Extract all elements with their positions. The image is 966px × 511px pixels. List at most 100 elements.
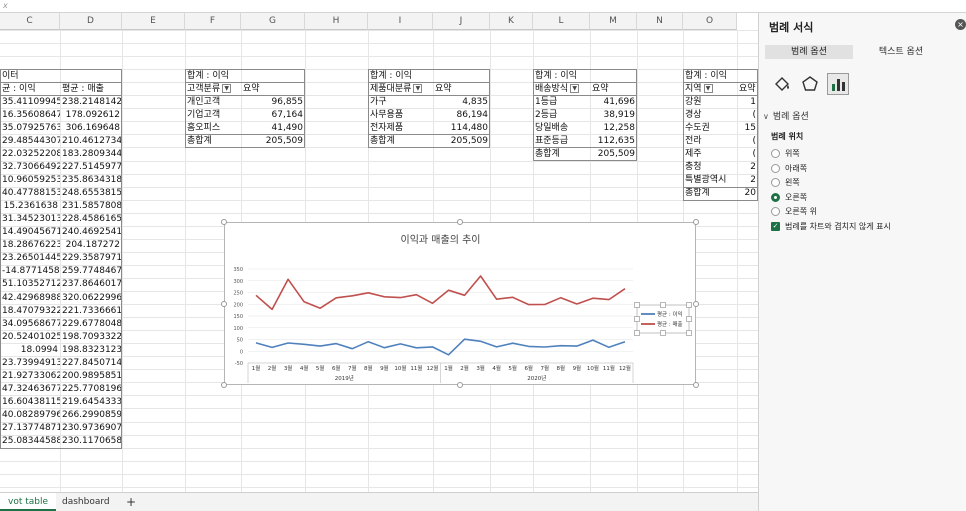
tab-dashboard[interactable]: dashboard xyxy=(54,493,118,511)
pivot-region-value[interactable]: ( xyxy=(737,148,758,161)
pivot-shipping-label[interactable]: 당일배송 xyxy=(533,122,590,135)
sales-value-cell[interactable]: 248.6553815 xyxy=(60,187,122,200)
sales-value-cell[interactable]: 235.8634318 xyxy=(60,174,122,187)
table-title[interactable]: 이터 xyxy=(0,70,60,83)
pivot-region-title[interactable]: 합계 : 이익 xyxy=(683,70,737,83)
pivot-region-label[interactable]: 충청 xyxy=(683,161,737,174)
pivot-customer-label[interactable]: 개인고객 xyxy=(185,96,241,109)
sales-value-cell[interactable]: 237.8646017 xyxy=(60,278,122,291)
pivot-customer-value[interactable]: 67,164 xyxy=(241,109,305,122)
sales-value-cell[interactable]: 229.3587971 xyxy=(60,252,122,265)
column-header-h[interactable]: H xyxy=(305,13,368,30)
sales-value-cell[interactable]: 219.6454333 xyxy=(60,396,122,409)
chart-resize-handle[interactable] xyxy=(457,382,463,388)
pivot-shipping-value[interactable]: 12,258 xyxy=(590,122,637,135)
tab-pivot-table[interactable]: vot table xyxy=(0,493,57,511)
profit-value-cell[interactable]: 32.73066492 xyxy=(0,161,60,174)
pivot-region-value[interactable]: ( xyxy=(737,109,758,122)
column-header-m[interactable]: M xyxy=(590,13,637,30)
profit-value-cell[interactable]: 23.73994913 xyxy=(0,357,60,370)
profit-value-cell[interactable]: 18.0994 xyxy=(0,344,60,357)
profit-value-cell[interactable]: 14.49045671 xyxy=(0,226,60,239)
add-sheet-button[interactable]: + xyxy=(118,493,144,511)
tab-text-options[interactable]: 텍스트 옵션 xyxy=(855,45,947,59)
pivot-shipping-label[interactable]: 1등급 xyxy=(533,96,590,109)
pivot-region-value[interactable]: 2 xyxy=(737,174,758,187)
sales-value-cell[interactable]: 210.4612734 xyxy=(60,135,122,148)
sales-value-cell[interactable]: 230.1170658 xyxy=(60,435,122,448)
column-header-j[interactable]: J xyxy=(433,13,490,30)
sales-value-cell[interactable]: 240.4692541 xyxy=(60,226,122,239)
profit-value-cell[interactable]: -14.87714583 xyxy=(0,265,60,278)
pivot-region-header[interactable]: 지역 ▼ xyxy=(683,83,737,96)
pivot-product-value[interactable]: 86,194 xyxy=(433,109,490,122)
sales-value-cell[interactable]: 227.5145977 xyxy=(60,161,122,174)
sales-value-cell[interactable]: 228.4586165 xyxy=(60,213,122,226)
chart-resize-handle[interactable] xyxy=(221,300,227,307)
pivot-region-label[interactable]: 특별광역시 xyxy=(683,174,737,187)
pivot-product-header[interactable]: 제품대분류 ▼ xyxy=(368,83,433,96)
sales-value-cell[interactable]: 259.7748467 xyxy=(60,265,122,278)
close-icon[interactable]: × xyxy=(955,19,966,30)
column-header-f[interactable]: F xyxy=(185,13,241,30)
pivot-shipping-label[interactable]: 표준등급 xyxy=(533,135,590,148)
pivot-product-value[interactable]: 114,480 xyxy=(433,122,490,135)
profit-value-cell[interactable]: 15.2361638 xyxy=(0,200,60,213)
tab-legend-options[interactable]: 범례 옵션 xyxy=(765,45,853,59)
profit-value-cell[interactable]: 27.13774871 xyxy=(0,422,60,435)
profit-value-cell[interactable]: 31.34523013 xyxy=(0,213,60,226)
sales-value-cell[interactable]: 198.7093322 xyxy=(60,331,122,344)
profit-value-cell[interactable]: 40.47788153 xyxy=(0,187,60,200)
pivot-customer-header[interactable]: 고객분류 ▼ xyxy=(185,83,241,96)
sales-value-cell[interactable]: 320.0622996 xyxy=(60,292,122,305)
column-header-d[interactable]: D xyxy=(60,13,122,30)
table-header-sales[interactable]: 평균 : 매출 xyxy=(60,83,122,96)
chart-resize-handle[interactable] xyxy=(221,219,227,225)
pivot-region-value[interactable]: 2 xyxy=(737,161,758,174)
sales-value-cell[interactable]: 225.7708196 xyxy=(60,383,122,396)
filter-dropdown-icon[interactable]: ▼ xyxy=(703,83,713,93)
pivot-product-label[interactable]: 사무용품 xyxy=(368,109,433,122)
profit-value-cell[interactable]: 16.60438115 xyxy=(0,396,60,409)
pivot-customer-value[interactable]: 205,509 xyxy=(241,135,305,148)
pivot-customer-title[interactable]: 합계 : 이익 xyxy=(185,70,241,83)
pivot-region-label[interactable]: 강원 xyxy=(683,96,737,109)
pivot-shipping-value[interactable]: 112,635 xyxy=(590,135,637,148)
sales-value-cell[interactable]: 178.092612 xyxy=(60,109,122,122)
sales-value-cell[interactable]: 204.187272 xyxy=(60,239,122,252)
section-legend-options[interactable]: ∨ 범례 옵션 xyxy=(763,109,809,122)
sales-value-cell[interactable]: 306.169648 xyxy=(60,122,122,135)
pivot-region-value[interactable]: 20 xyxy=(737,187,758,200)
legend-position-radio[interactable]: 아래쪽 xyxy=(771,163,807,175)
profit-value-cell[interactable]: 35.07925763 xyxy=(0,122,60,135)
legend-position-radio[interactable]: 오른쪽 위 xyxy=(771,206,817,218)
profit-value-cell[interactable]: 10.96059253 xyxy=(0,174,60,187)
sales-value-cell[interactable]: 198.8323123 xyxy=(60,344,122,357)
pivot-shipping-value[interactable]: 38,919 xyxy=(590,109,637,122)
chart-resize-handle[interactable] xyxy=(221,382,227,388)
profit-value-cell[interactable]: 42.42968988 xyxy=(0,292,60,305)
pivot-region-label[interactable]: 경상 xyxy=(683,109,737,122)
pivot-region-label[interactable]: 전라 xyxy=(683,135,737,148)
profit-value-cell[interactable]: 47.32463677 xyxy=(0,383,60,396)
column-header-c[interactable]: C xyxy=(0,13,60,30)
profit-value-cell[interactable]: 18.47079322 xyxy=(0,305,60,318)
pivot-region-header-summary[interactable]: 요약 xyxy=(737,83,758,96)
pivot-customer-label[interactable]: 기업고객 xyxy=(185,109,241,122)
paint-bucket-icon[interactable] xyxy=(771,73,793,95)
pivot-product-title[interactable]: 합계 : 이익 xyxy=(368,70,433,83)
profit-value-cell[interactable]: 29.48544307 xyxy=(0,135,60,148)
pivot-region-label[interactable]: 총합계 xyxy=(683,187,737,200)
pivot-region-label[interactable]: 수도권 xyxy=(683,122,737,135)
profit-value-cell[interactable]: 16.35608647 xyxy=(0,109,60,122)
pivot-product-header-summary[interactable]: 요약 xyxy=(433,83,490,96)
pivot-customer-header-summary[interactable]: 요약 xyxy=(241,83,305,96)
pivot-shipping-value[interactable]: 205,509 xyxy=(590,148,637,161)
profit-value-cell[interactable]: 25.08344588 xyxy=(0,435,60,448)
pivot-product-value[interactable]: 4,835 xyxy=(433,96,490,109)
legend-position-radio[interactable]: 위쪽 xyxy=(771,148,800,160)
pivot-customer-label[interactable]: 총합계 xyxy=(185,135,241,148)
formula-bar[interactable]: x xyxy=(0,0,966,13)
filter-dropdown-icon[interactable]: ▼ xyxy=(413,83,423,93)
column-header-g[interactable]: G xyxy=(241,13,305,30)
